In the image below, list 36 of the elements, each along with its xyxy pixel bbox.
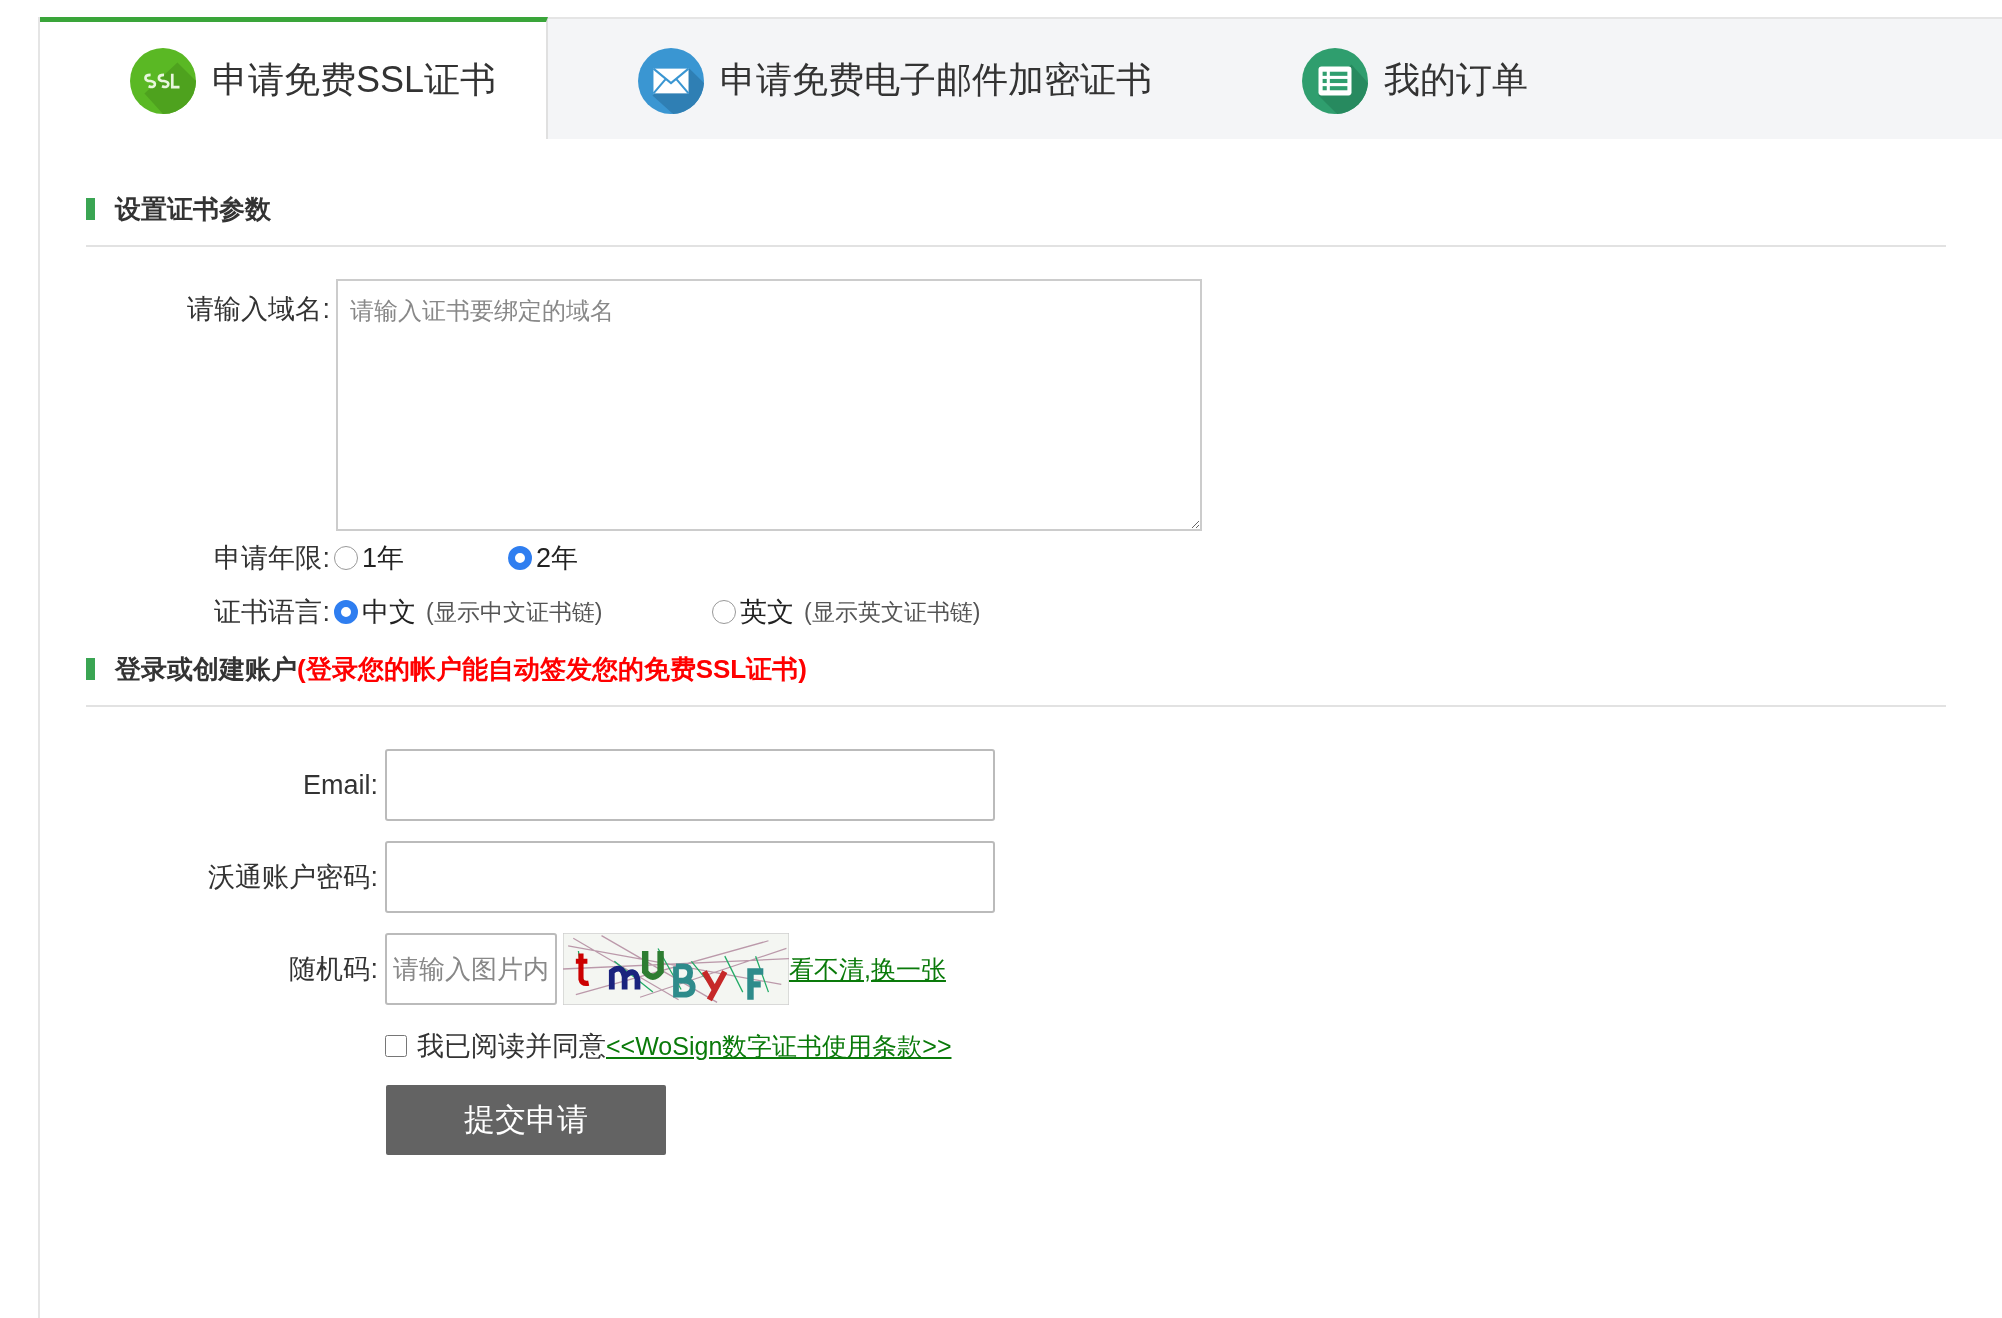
section-title: 设置证书参数 — [115, 192, 271, 226]
agree-checkbox[interactable] — [385, 1035, 407, 1057]
tab[interactable]: 申请免费电子邮件加密证书 — [548, 17, 1212, 139]
tab[interactable]: 我的订单 — [1212, 17, 1588, 139]
option-label: 1年 — [362, 542, 405, 575]
radio-button[interactable] — [712, 600, 736, 624]
password-field[interactable] — [385, 841, 995, 913]
field-label: 证书语言: — [213, 596, 330, 629]
option-label: 中文 — [362, 596, 416, 629]
field-label: Email: — [302, 769, 378, 801]
tab[interactable]: 申请免费SSL证书 — [40, 17, 548, 139]
ssl-badge-icon — [130, 47, 196, 114]
option-note: (显示英文证书链) — [804, 597, 981, 627]
field-label: 请输入域名: — [186, 293, 330, 326]
field-label: 沃通账户密码: — [207, 861, 378, 894]
submit-button[interactable]: 提交申请 — [386, 1085, 666, 1155]
envelope-icon — [638, 47, 704, 114]
terms-link[interactable]: <<WoSign数字证书使用条款>> — [606, 1029, 952, 1063]
option-note: (显示中文证书链) — [426, 597, 603, 627]
radio-button[interactable] — [508, 546, 532, 570]
section-marker — [86, 198, 95, 220]
email-field[interactable] — [385, 749, 995, 821]
section-title: 登录或创建账户 — [115, 652, 297, 686]
field-label: 随机码: — [288, 953, 378, 986]
domain-field[interactable]: 请输入证书要绑定的域名 — [336, 279, 1202, 531]
radio-button[interactable] — [334, 600, 358, 624]
captcha-field[interactable]: 请输入图片内 — [385, 933, 557, 1005]
option-label: 英文 — [740, 596, 794, 629]
section-note: (登录您的帐户能自动签发您的免费SSL证书) — [297, 652, 807, 686]
agree-text: 我已阅读并同意 — [417, 1030, 606, 1063]
field-label: 申请年限: — [213, 542, 330, 575]
refresh-captcha-link[interactable]: 看不清,换一张 — [789, 952, 946, 986]
list-icon — [1302, 47, 1368, 114]
radio-button[interactable] — [334, 546, 358, 570]
option-label: 2年 — [536, 542, 579, 575]
section-marker — [86, 658, 95, 680]
